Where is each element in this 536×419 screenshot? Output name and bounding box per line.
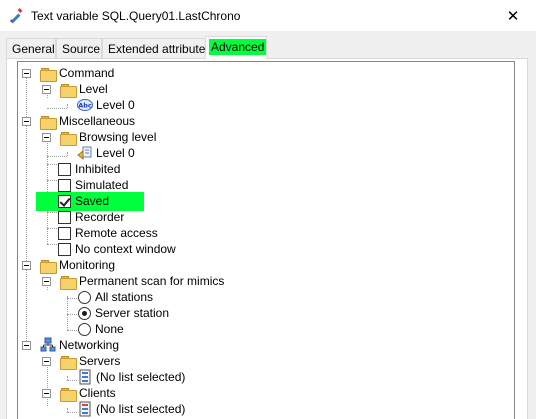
checkbox[interactable] — [58, 162, 71, 176]
collapse-icon[interactable] — [22, 341, 31, 350]
svg-text:Abc: Abc — [78, 102, 92, 110]
checkbox-checked[interactable] — [58, 194, 71, 208]
collapse-icon[interactable] — [42, 85, 51, 94]
pencil-edit-icon — [10, 8, 23, 24]
collapse-icon[interactable] — [42, 389, 51, 398]
tree-node-monitoring[interactable]: Monitoring — [40, 257, 115, 274]
tree-line — [67, 314, 77, 315]
tree-line — [67, 152, 68, 156]
tree-line — [67, 104, 68, 108]
tree-node-miscellaneous[interactable]: Miscellaneous — [40, 113, 135, 130]
tree-node-networking[interactable]: Networking — [40, 337, 119, 353]
collapse-icon[interactable] — [22, 69, 31, 78]
collapse-icon[interactable] — [22, 117, 31, 126]
tree-node-permanent-scan[interactable]: Permanent scan for mimics — [60, 273, 224, 290]
folder-icon — [60, 275, 77, 290]
option-remote-access[interactable]: Remote access — [58, 225, 158, 241]
tree-node-clients-list[interactable]: (No list selected) — [77, 401, 185, 417]
checkbox[interactable] — [58, 226, 71, 240]
tree-line — [47, 164, 57, 165]
tree-line — [67, 380, 77, 381]
tree-line — [47, 156, 67, 157]
radio-button[interactable] — [78, 290, 91, 304]
option-no-context-window[interactable]: No context window — [58, 241, 176, 257]
option-recorder[interactable]: Recorder — [58, 209, 124, 225]
tree-line — [67, 412, 77, 413]
browse-level-icon — [77, 146, 92, 161]
folder-icon — [60, 355, 77, 370]
tree-line — [47, 228, 57, 229]
tree-node-command[interactable]: Command — [40, 65, 114, 82]
radio-button-selected[interactable] — [78, 306, 91, 320]
folder-icon — [40, 67, 57, 82]
properties-tree[interactable]: Command Level Abc Level 0 Miscellaneous … — [17, 61, 515, 419]
tree-node-browsing-level[interactable]: Browsing level — [60, 129, 156, 146]
tree-line — [67, 296, 68, 330]
option-simulated[interactable]: Simulated — [58, 177, 128, 193]
collapse-icon[interactable] — [42, 133, 51, 142]
tree-line — [47, 360, 48, 406]
checkbox[interactable] — [58, 210, 71, 224]
checkbox[interactable] — [58, 242, 71, 256]
folder-icon — [60, 83, 77, 98]
tree-node-browsing-level-value[interactable]: Level 0 — [77, 145, 135, 161]
tab-extended-attributes[interactable]: Extended attributes — [102, 38, 211, 59]
radio-none[interactable]: None — [78, 321, 124, 337]
folder-icon — [60, 387, 77, 402]
option-saved[interactable]: Saved — [58, 193, 109, 209]
advanced-panel: Command Level Abc Level 0 Miscellaneous … — [6, 58, 528, 419]
tab-source[interactable]: Source — [56, 38, 102, 59]
close-button[interactable]: ✕ — [490, 0, 536, 31]
checkbox[interactable] — [58, 178, 71, 192]
server-list-icon — [79, 369, 91, 385]
radio-button[interactable] — [78, 322, 91, 336]
tree-node-level-value[interactable]: Abc Level 0 — [77, 97, 135, 113]
collapse-icon[interactable] — [42, 277, 51, 286]
tree-line — [47, 212, 57, 213]
radio-all-stations[interactable]: All stations — [78, 289, 153, 305]
close-icon: ✕ — [506, 7, 520, 25]
option-inhibited[interactable]: Inhibited — [58, 161, 120, 177]
folder-icon — [40, 115, 57, 130]
client-list-icon — [79, 401, 91, 417]
collapse-icon[interactable] — [42, 357, 51, 366]
tree-node-servers[interactable]: Servers — [60, 353, 120, 370]
tree-node-servers-list[interactable]: (No list selected) — [77, 369, 185, 385]
tree-line — [67, 330, 77, 331]
tree-line — [47, 244, 57, 245]
network-icon — [40, 337, 56, 352]
radio-server-station[interactable]: Server station — [78, 305, 169, 321]
tree-line — [47, 180, 57, 181]
folder-icon — [40, 259, 57, 274]
collapse-icon[interactable] — [22, 261, 31, 270]
window-title: Text variable SQL.Query01.LastChrono — [31, 9, 241, 23]
tree-node-clients[interactable]: Clients — [60, 385, 116, 402]
abc-text-icon: Abc — [77, 99, 93, 111]
tree-line — [47, 108, 67, 109]
tab-general[interactable]: General — [6, 38, 56, 59]
tab-advanced[interactable]: Advanced — [205, 36, 267, 59]
folder-icon — [60, 131, 77, 146]
tree-node-level[interactable]: Level — [60, 81, 108, 98]
title-bar: Text variable SQL.Query01.LastChrono ✕ — [0, 0, 536, 31]
tree-line — [67, 298, 77, 299]
